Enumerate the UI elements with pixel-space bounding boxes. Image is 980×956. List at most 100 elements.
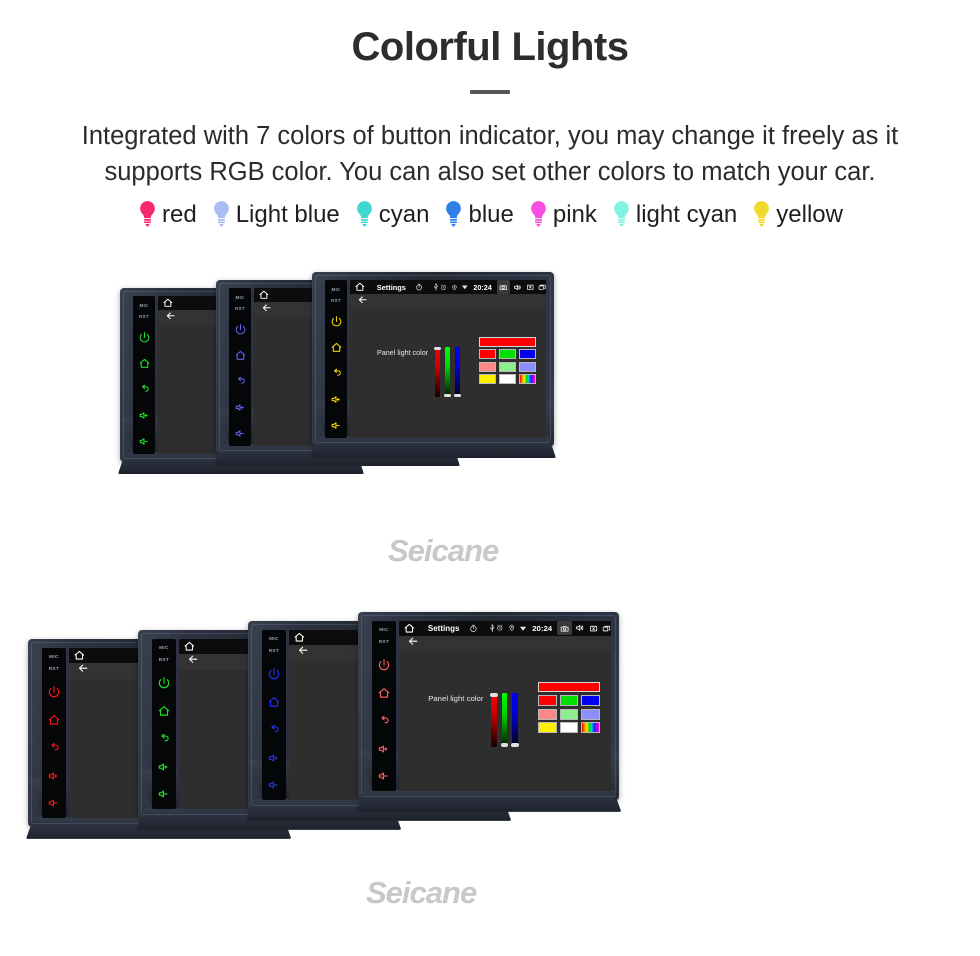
side-key-volume-down[interactable] — [330, 412, 343, 438]
side-key-back[interactable] — [330, 361, 343, 387]
app-bar-back-button[interactable] — [357, 293, 369, 311]
side-key-strip: MIC RST — [229, 288, 251, 446]
color-swatch-1-2[interactable] — [581, 708, 600, 720]
home-icon[interactable] — [354, 281, 366, 293]
side-key-power[interactable] — [157, 669, 171, 697]
color-swatch-0-1[interactable] — [498, 349, 517, 360]
color-swatch-1-2[interactable] — [518, 361, 536, 372]
color-swatch-1-1[interactable] — [498, 361, 517, 372]
device-screen[interactable]: Settings 20:24 Panel light color — [399, 620, 611, 792]
side-key-volume-up[interactable] — [267, 744, 281, 772]
app-bar-back-button[interactable] — [165, 309, 177, 327]
side-key-volume-up[interactable] — [47, 762, 61, 790]
home-icon[interactable] — [162, 297, 174, 309]
slider-thumb[interactable] — [511, 743, 519, 747]
color-swatch-0-0[interactable] — [478, 349, 497, 360]
side-key-power[interactable] — [377, 651, 391, 679]
side-key-volume-up[interactable] — [234, 394, 247, 420]
home-icon[interactable] — [183, 640, 196, 653]
panel-light-color-label: Panel light color — [377, 348, 429, 357]
color-swatch-2-0[interactable] — [538, 722, 557, 734]
side-key-volume-up[interactable] — [138, 402, 151, 428]
side-key-volume-up[interactable] — [377, 735, 391, 763]
usb-icon[interactable] — [488, 624, 497, 633]
slider-thumb[interactable] — [434, 347, 442, 351]
side-key-power[interactable] — [330, 309, 343, 335]
side-key-back[interactable] — [138, 377, 151, 403]
slider-thumb[interactable] — [453, 393, 461, 397]
color-swatch-0-2[interactable] — [581, 695, 600, 707]
device-screen[interactable]: Settings 20:24 Panel light color — [350, 280, 546, 438]
color-swatch-1-0[interactable] — [478, 361, 497, 372]
timer-icon[interactable] — [415, 283, 423, 291]
close-box-icon[interactable] — [589, 624, 598, 633]
reset-label: RST — [268, 648, 280, 654]
home-icon[interactable] — [403, 622, 416, 635]
blue-slider[interactable] — [453, 347, 461, 397]
usb-icon[interactable] — [432, 283, 440, 291]
side-key-back[interactable] — [234, 369, 247, 395]
side-key-power[interactable] — [138, 325, 151, 351]
green-slider[interactable] — [443, 347, 452, 397]
color-swatch-2-1[interactable] — [498, 374, 517, 385]
side-key-back[interactable] — [157, 725, 171, 753]
side-key-home[interactable] — [138, 351, 151, 377]
color-swatch-2-2[interactable] — [518, 374, 536, 385]
blue-slider[interactable] — [511, 692, 519, 747]
side-key-volume-down[interactable] — [234, 420, 247, 446]
side-key-back[interactable] — [47, 734, 61, 762]
red-slider[interactable] — [490, 692, 498, 747]
side-key-power[interactable] — [234, 317, 247, 343]
red-slider[interactable] — [434, 347, 442, 397]
side-key-home[interactable] — [234, 343, 247, 369]
color-swatch-2-2[interactable] — [581, 722, 600, 734]
camera-icon[interactable] — [496, 280, 511, 294]
app-bar-back-button[interactable] — [187, 653, 199, 671]
recents-icon[interactable] — [538, 283, 546, 292]
side-key-volume-down[interactable] — [138, 428, 151, 454]
color-swatch-0-2[interactable] — [518, 349, 536, 360]
side-key-back[interactable] — [267, 716, 281, 744]
side-key-volume-down[interactable] — [377, 763, 391, 791]
recents-icon[interactable] — [602, 624, 611, 633]
color-swatch-1-1[interactable] — [559, 708, 579, 720]
app-bar-back-button[interactable] — [261, 301, 273, 319]
side-key-volume-up[interactable] — [157, 753, 171, 781]
app-bar-back-button[interactable] — [297, 644, 309, 662]
side-key-home[interactable] — [330, 335, 343, 361]
volume-icon[interactable] — [575, 623, 585, 633]
timer-icon[interactable] — [469, 624, 478, 633]
car-stereo-unit-bottom-4[interactable]: MIC RST Settings 20:24 Panel light color — [356, 612, 622, 812]
color-swatch-1-0[interactable] — [538, 708, 557, 720]
side-key-back[interactable] — [377, 707, 391, 735]
home-icon[interactable] — [293, 631, 306, 644]
side-key-home[interactable] — [267, 688, 281, 716]
home-icon[interactable] — [258, 289, 270, 301]
color-swatch-0-0[interactable] — [538, 695, 557, 707]
reset-label: RST — [331, 298, 341, 303]
volume-icon[interactable] — [513, 283, 522, 292]
camera-icon[interactable] — [557, 620, 572, 636]
close-box-icon[interactable] — [526, 283, 535, 292]
home-icon[interactable] — [73, 649, 86, 662]
side-key-home[interactable] — [47, 706, 61, 734]
slider-thumb[interactable] — [490, 692, 498, 697]
side-key-home[interactable] — [157, 697, 171, 725]
color-swatch-0-1[interactable] — [559, 695, 579, 707]
side-key-volume-up[interactable] — [330, 386, 343, 412]
car-stereo-unit-top-3[interactable]: MIC RST Settings 20:24 Panel light color — [310, 272, 556, 458]
slider-thumb[interactable] — [443, 393, 452, 397]
side-key-volume-down[interactable] — [157, 781, 171, 809]
side-key-home[interactable] — [377, 679, 391, 707]
app-bar-back-button[interactable] — [407, 635, 419, 653]
green-slider[interactable] — [500, 692, 509, 747]
side-key-volume-down[interactable] — [267, 772, 281, 800]
side-key-power[interactable] — [47, 678, 61, 706]
device-pedestal — [310, 436, 556, 458]
side-key-power[interactable] — [267, 660, 281, 688]
slider-thumb[interactable] — [500, 743, 509, 747]
color-swatch-2-1[interactable] — [559, 722, 579, 734]
app-bar-back-button[interactable] — [77, 662, 89, 680]
side-key-volume-down[interactable] — [47, 790, 61, 818]
color-swatch-2-0[interactable] — [478, 374, 497, 385]
